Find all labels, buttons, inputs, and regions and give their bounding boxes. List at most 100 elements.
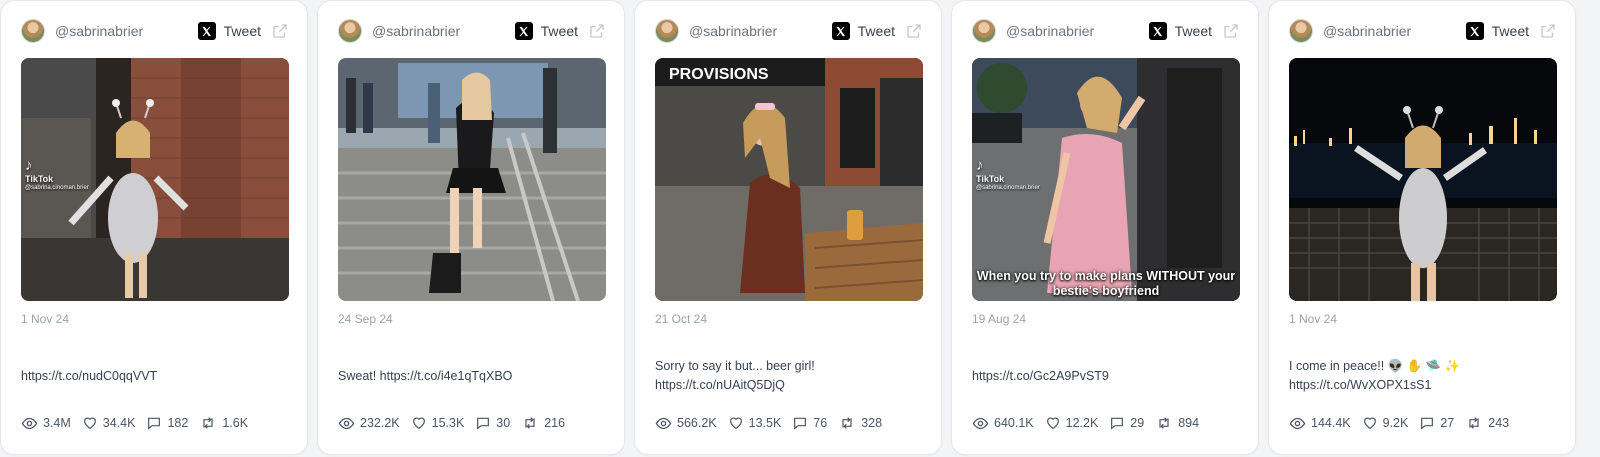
tweet-date: 1 Nov 24 xyxy=(21,312,70,326)
eye-icon xyxy=(21,417,38,429)
tiktok-watermark: ♪ TikTok @sabrina.cinoman.brier xyxy=(976,157,1040,192)
external-link-icon[interactable] xyxy=(1222,22,1240,40)
likes-count: 15.3K xyxy=(431,416,465,430)
author-handle[interactable]: @sabrinabrier xyxy=(689,23,832,39)
x-logo-icon xyxy=(1465,22,1484,40)
tweet-media[interactable] xyxy=(1289,58,1557,301)
avatar[interactable] xyxy=(1289,19,1313,43)
comment-icon xyxy=(1111,417,1124,430)
tweet-text: I come in peace!! 👽 ✋ 🛸 ✨ https://t.co/W… xyxy=(1289,356,1561,396)
replies-count: 27 xyxy=(1440,416,1455,430)
x-logo-icon xyxy=(1148,22,1167,40)
retweets-stat[interactable]: 216 xyxy=(521,415,565,431)
tweet-media[interactable] xyxy=(338,58,606,301)
tweet-date: 19 Aug 24 xyxy=(972,312,1027,326)
external-link-icon[interactable] xyxy=(1539,22,1557,40)
views-stat: 144.4K xyxy=(1289,415,1351,432)
views-stat: 640.1K xyxy=(972,415,1034,432)
retweets-stat[interactable]: 328 xyxy=(838,415,882,431)
heart-icon xyxy=(1363,417,1376,430)
likes-count: 9.2K xyxy=(1382,416,1409,430)
replies-stat[interactable]: 76 xyxy=(792,415,827,431)
retweet-icon xyxy=(203,417,213,429)
tweet-media[interactable]: PROVISIONS xyxy=(655,58,923,301)
x-logo-icon xyxy=(197,22,216,40)
author-handle[interactable]: @sabrinabrier xyxy=(1323,23,1466,39)
author-handle[interactable]: @sabrinabrier xyxy=(372,23,515,39)
tiktok-user: @sabrina.cinoman.brier xyxy=(25,185,89,191)
tweet-link[interactable]: Tweet xyxy=(541,23,578,39)
heart-icon xyxy=(83,417,96,430)
tweet-card[interactable]: @sabrinabrier Tweet xyxy=(1268,0,1576,455)
likes-stat[interactable]: 15.3K xyxy=(411,415,465,431)
likes-stat[interactable]: 13.5K xyxy=(728,415,781,431)
heart-icon xyxy=(1046,417,1059,430)
media-image: PROVISIONS xyxy=(655,58,923,301)
retweets-stat[interactable]: 894 xyxy=(1155,415,1199,431)
tweet-text: Sorry to say it but... beer girl! https:… xyxy=(655,356,927,396)
avatar[interactable] xyxy=(21,19,45,43)
retweets-count: 328 xyxy=(861,416,883,430)
tweet-card[interactable]: @sabrinabrier Tweet PROVISIONS 21 Oct 24… xyxy=(634,0,942,455)
card-header: @sabrinabrier Tweet xyxy=(1289,15,1557,47)
tweet-text-content: Sorry to say it but... beer girl! https:… xyxy=(655,359,815,392)
replies-count: 182 xyxy=(167,416,189,430)
tweet-card[interactable]: @sabrinabrier Tweet xyxy=(317,0,625,455)
retweet-icon xyxy=(1159,417,1169,429)
card-header: @sabrinabrier Tweet xyxy=(21,15,289,47)
tweet-link[interactable]: Tweet xyxy=(858,23,895,39)
views-stat: 232.2K xyxy=(338,415,400,432)
views-stat: 566.2K xyxy=(655,415,717,432)
avatar[interactable] xyxy=(338,19,362,43)
tweet-card[interactable]: @sabrinabrier Tweet xyxy=(951,0,1259,455)
card-header: @sabrinabrier Tweet xyxy=(655,15,923,47)
tweet-media[interactable]: ♪ TikTok @sabrina.cinoman.brier When you… xyxy=(972,58,1240,301)
replies-count: 30 xyxy=(496,416,511,430)
views-stat: 3.4M xyxy=(21,415,71,432)
retweet-icon xyxy=(1469,417,1479,429)
author-handle[interactable]: @sabrinabrier xyxy=(1006,23,1149,39)
retweets-stat[interactable]: 1.6K xyxy=(199,415,248,431)
retweets-stat[interactable]: 243 xyxy=(1465,415,1509,431)
replies-stat[interactable]: 29 xyxy=(1109,415,1144,431)
media-image xyxy=(1289,58,1557,301)
external-link-icon[interactable] xyxy=(905,22,923,40)
views-count: 566.2K xyxy=(677,416,717,430)
author-handle[interactable]: @sabrinabrier xyxy=(55,23,198,39)
likes-stat[interactable]: 34.4K xyxy=(82,415,136,431)
tweet-link[interactable]: Tweet xyxy=(1492,23,1529,39)
tiktok-icon: ♪ xyxy=(976,157,984,174)
replies-stat[interactable]: 27 xyxy=(1419,415,1454,431)
views-count: 640.1K xyxy=(994,416,1034,430)
likes-stat[interactable]: 9.2K xyxy=(1362,415,1409,431)
replies-stat[interactable]: 30 xyxy=(475,415,510,431)
eye-icon xyxy=(972,417,989,429)
likes-stat[interactable]: 12.2K xyxy=(1045,415,1098,431)
tweet-stats: 640.1K 12.2K 29 894 xyxy=(972,414,1210,432)
tweet-link[interactable]: Tweet xyxy=(224,23,261,39)
likes-count: 34.4K xyxy=(102,416,136,430)
external-link-icon[interactable] xyxy=(588,22,606,40)
retweets-count: 243 xyxy=(1488,416,1510,430)
tweet-date: 21 Oct 24 xyxy=(655,312,708,326)
avatar[interactable] xyxy=(972,19,996,43)
avatar[interactable] xyxy=(655,19,679,43)
views-count: 3.4M xyxy=(43,416,71,430)
tweet-text-content: https://t.co/nudC0qqVVT xyxy=(21,368,158,383)
tweet-card-grid: @sabrinabrier Tweet ♪ TikTok @sabrina.ci… xyxy=(0,0,1600,457)
replies-count: 76 xyxy=(813,416,828,430)
tweet-link[interactable]: Tweet xyxy=(1175,23,1212,39)
comment-icon xyxy=(794,417,807,430)
tiktok-icon: ♪ xyxy=(25,157,33,174)
external-link-icon[interactable] xyxy=(271,22,289,40)
replies-stat[interactable]: 182 xyxy=(146,415,188,431)
tweet-stats: 566.2K 13.5K 76 328 xyxy=(655,414,893,432)
tweet-stats: 3.4M 34.4K 182 1.6K xyxy=(21,414,259,432)
tweet-card[interactable]: @sabrinabrier Tweet xyxy=(0,0,308,455)
tweet-text: https://t.co/Gc2A9PvST9 xyxy=(972,356,1244,396)
tweet-media[interactable]: ♪ TikTok @sabrina.cinoman.brier xyxy=(21,58,289,301)
eye-icon xyxy=(1289,417,1306,429)
views-count: 144.4K xyxy=(1311,416,1351,430)
tweet-text-content: I come in peace!! 👽 ✋ 🛸 ✨ https://t.co/W… xyxy=(1289,359,1461,392)
tweet-stats: 232.2K 15.3K 30 216 xyxy=(338,414,576,432)
